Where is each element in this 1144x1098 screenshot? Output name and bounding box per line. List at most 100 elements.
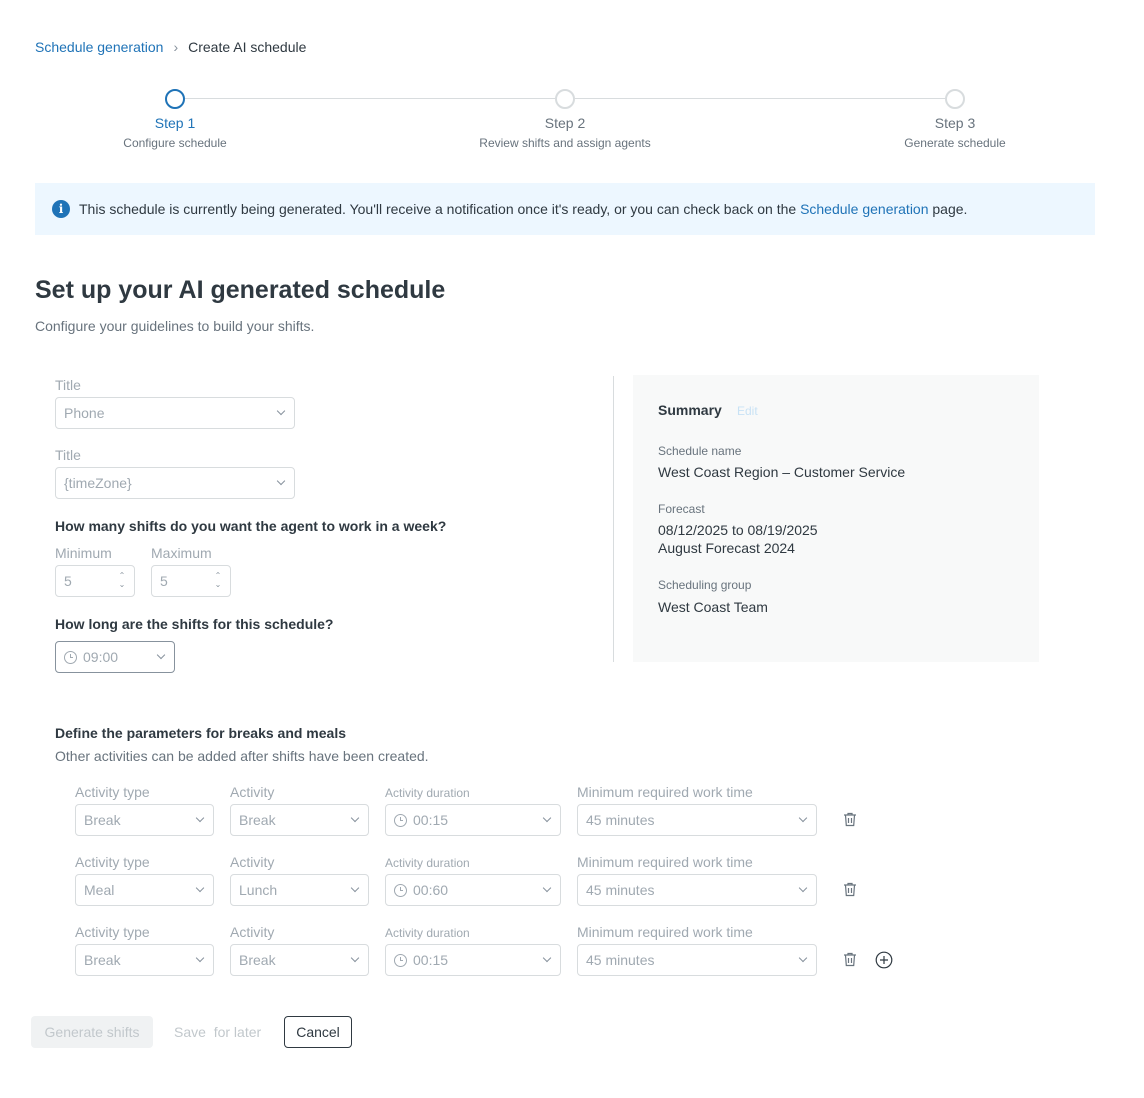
breadcrumb-current: Create AI schedule [188, 39, 307, 55]
min-work-time-select[interactable]: 45 minutes [577, 804, 817, 836]
scheduling-group-label: Scheduling group [658, 578, 752, 592]
activity-type-select[interactable]: Meal [75, 874, 214, 906]
chevron-down-icon [798, 953, 808, 963]
chevron-down-icon [195, 883, 205, 893]
chevron-down-icon [542, 813, 552, 823]
stepper-arrows-icon[interactable]: ⌃ ⌄ [214, 571, 222, 589]
activity-type-label: Activity type [75, 854, 150, 870]
length-question: How long are the shifts for this schedul… [55, 616, 334, 632]
min-work-time-value: 45 minutes [586, 882, 655, 898]
stepper-line [185, 98, 555, 99]
activity-duration-select[interactable]: 00:15 [385, 804, 561, 836]
cancel-button[interactable]: Cancel [284, 1016, 352, 1048]
shifts-question: How many shifts do you want the agent to… [55, 518, 447, 534]
activity-value: Lunch [239, 882, 278, 898]
title-select-1[interactable]: Phone [55, 397, 295, 429]
stepper-arrows-icon[interactable]: ⌃ ⌄ [118, 571, 126, 589]
activity-duration-value: 00:15 [413, 812, 449, 828]
activity-duration-label: Activity duration [385, 856, 470, 870]
breaks-subtitle: Other activities can be added after shif… [55, 748, 429, 764]
breadcrumb-separator-icon: › [173, 39, 179, 55]
trash-icon[interactable] [843, 882, 857, 897]
activity-type-select[interactable]: Break [75, 804, 214, 836]
step-2-sub: Review shifts and assign agents [479, 136, 651, 150]
breadcrumb: Schedule generation › Create AI schedule [35, 39, 306, 55]
activity-duration-value: 00:15 [413, 952, 449, 968]
page-subtitle: Configure your guidelines to build your … [35, 318, 315, 334]
activity-duration-label: Activity duration [385, 926, 470, 940]
activity-value: Break [239, 812, 276, 828]
activity-label: Activity [230, 854, 275, 870]
save-for-later-button[interactable]: Save for later [174, 1024, 261, 1040]
step-1-dot [165, 89, 185, 109]
step-3-dot [945, 89, 965, 109]
alert-text-before: This schedule is currently being generat… [79, 201, 801, 217]
chevron-down-icon [542, 883, 552, 893]
vertical-divider [613, 376, 614, 662]
activity-type-value: Meal [84, 882, 115, 898]
activity-label: Activity [230, 924, 275, 940]
chevron-down-icon [350, 953, 360, 963]
max-shifts-stepper[interactable]: 5 ⌃ ⌄ [151, 565, 231, 597]
chevron-down-icon [350, 813, 360, 823]
min-shifts-stepper[interactable]: 5 ⌃ ⌄ [55, 565, 135, 597]
shift-length-select[interactable]: 09:00 [55, 641, 175, 673]
min-shifts-value: 5 [64, 573, 72, 589]
summary-title: Summary [658, 402, 722, 418]
chevron-down-icon [542, 953, 552, 963]
forecast-label: Forecast [658, 502, 705, 516]
activity-type-label: Activity type [75, 784, 150, 800]
forecast-name: August Forecast 2024 [658, 540, 795, 556]
chevron-down-icon [798, 813, 808, 823]
activity-select[interactable]: Lunch [230, 874, 369, 906]
activity-duration-select[interactable]: 00:60 [385, 874, 561, 906]
schedule-name-label: Schedule name [658, 444, 742, 458]
step-3-label: Step 3 [934, 115, 976, 131]
activity-type-select[interactable]: Break [75, 944, 214, 976]
activity-duration-value: 00:60 [413, 882, 449, 898]
page-title: Set up your AI generated schedule [35, 276, 446, 304]
step-1-label: Step 1 [154, 115, 196, 131]
activity-duration-label: Activity duration [385, 786, 470, 800]
chevron-down-icon [156, 650, 166, 660]
chevron-down-icon [350, 883, 360, 893]
max-shifts-value: 5 [160, 573, 168, 589]
scheduling-group-value: West Coast Team [658, 599, 768, 615]
chevron-down-icon [276, 406, 286, 416]
activity-select[interactable]: Break [230, 944, 369, 976]
breadcrumb-link-schedule-generation[interactable]: Schedule generation [35, 39, 163, 55]
chevron-down-icon [195, 813, 205, 823]
activity-type-value: Break [84, 812, 121, 828]
stepper-line [575, 98, 945, 99]
activity-duration-select[interactable]: 00:15 [385, 944, 561, 976]
trash-icon[interactable] [843, 952, 857, 967]
alert-link-schedule-generation[interactable]: Schedule generation [800, 201, 928, 217]
generate-shifts-button[interactable]: Generate shifts [31, 1016, 153, 1048]
clock-icon [394, 953, 407, 967]
clock-icon [394, 813, 407, 827]
activity-type-value: Break [84, 952, 121, 968]
min-work-time-select[interactable]: 45 minutes [577, 874, 817, 906]
forecast-dates: 08/12/2025 to 08/19/2025 [658, 522, 818, 538]
step-2-dot [555, 89, 575, 109]
alert-text: This schedule is currently being generat… [79, 201, 967, 217]
summary-edit-link[interactable]: Edit [737, 404, 758, 418]
field2-label: Title [55, 447, 81, 463]
min-work-time-select[interactable]: 45 minutes [577, 944, 817, 976]
breaks-title: Define the parameters for breaks and mea… [55, 725, 347, 741]
min-work-time-value: 45 minutes [586, 952, 655, 968]
clock-icon [64, 650, 77, 664]
activity-type-label: Activity type [75, 924, 150, 940]
min-work-time-label: Minimum required work time [577, 854, 753, 870]
info-icon: i [52, 200, 70, 218]
trash-icon[interactable] [843, 812, 857, 827]
schedule-name-value: West Coast Region – Customer Service [658, 464, 906, 480]
title-select-2-value: {timeZone} [64, 475, 132, 491]
alert-text-after: page. [928, 201, 968, 217]
title-select-1-value: Phone [64, 405, 105, 421]
title-select-2[interactable]: {timeZone} [55, 467, 295, 499]
summary-panel [633, 375, 1039, 662]
add-circle-icon[interactable] [875, 951, 893, 969]
activity-select[interactable]: Break [230, 804, 369, 836]
min-work-time-label: Minimum required work time [577, 784, 753, 800]
